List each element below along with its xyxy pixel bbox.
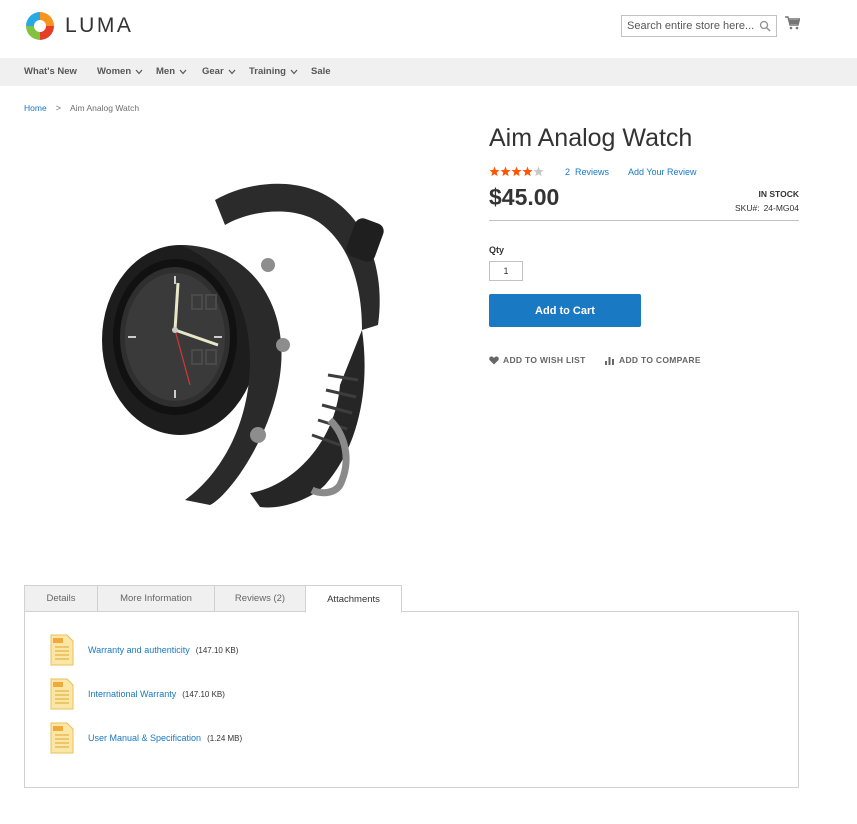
breadcrumb-home-link[interactable]: Home [24,103,47,113]
attachment-item: Warranty and authenticity (147.10 KB) [50,634,238,666]
qty-input[interactable] [489,261,523,281]
stock-status: IN STOCK [758,189,799,199]
nav-item-sale[interactable]: Sale [311,66,331,77]
tab-label: Attachments [327,593,380,605]
nav-item-men[interactable]: Men [156,66,187,77]
sku-value: 24-MG04 [763,203,799,213]
tab-reviews[interactable]: Reviews (2) [214,585,306,612]
tab-label: Details [46,593,76,604]
star-icon [511,166,522,177]
wishlist-label: ADD TO WISH LIST [503,355,586,365]
rating-stars [489,166,544,177]
breadcrumb-current: Aim Analog Watch [69,103,140,113]
product-price: $45.00 [489,184,560,210]
heart-icon [489,356,499,364]
nav-item-gear[interactable]: Gear [202,66,236,77]
chevron-down-icon [290,69,298,74]
nav-item-training[interactable]: Training [249,66,298,77]
nav-item-label: Women [97,66,132,77]
tab-label: Reviews (2) [234,593,286,604]
product-image[interactable] [100,175,390,515]
breadcrumb-separator: > [55,103,61,113]
attachment-size: (147.10 KB) [182,689,225,699]
pdf-file-icon[interactable] [50,634,74,666]
chevron-down-icon [135,69,143,74]
pdf-file-icon[interactable] [50,722,74,754]
breadcrumb: Home > Aim Analog Watch [24,103,139,113]
tab-more-information[interactable]: More Information [97,585,215,612]
star-icon [489,166,500,177]
add-to-compare-link[interactable]: ADD TO COMPARE [605,355,701,365]
chevron-down-icon [179,69,187,74]
chevron-down-icon [228,69,236,74]
tab-attachments[interactable]: Attachments [305,585,402,613]
compare-chart-icon [605,356,614,365]
attachment-item: International Warranty (147.10 KB) [50,678,225,710]
nav-item-label: Sale [311,66,331,77]
product-title: Aim Analog Watch [489,124,693,152]
add-review-link[interactable]: Add Your Review [628,167,697,177]
pdf-file-icon[interactable] [50,678,74,710]
luma-logo-icon [26,12,54,40]
store-logo[interactable]: LUMA [24,10,133,42]
attachment-link[interactable]: Warranty and authenticity [88,645,190,655]
nav-item-label: Training [249,66,286,77]
nav-item-label: Men [156,66,175,77]
tab-label: More Information [120,593,192,604]
page-header: LUMA [0,0,857,58]
nav-item-label: Gear [202,66,224,77]
search-box [621,15,777,37]
attachment-item: User Manual & Specification (1.24 MB) [50,722,242,754]
product-sku: SKU#: 24-MG04 [735,203,799,213]
main-navigation: What's New Women Men Gear Training Sale [0,58,857,86]
compare-label: ADD TO COMPARE [619,355,701,365]
divider [489,220,799,221]
reviews-link[interactable]: 2 Reviews [565,167,609,177]
attachment-size: (1.24 MB) [207,733,243,743]
logo-text: LUMA [65,14,134,37]
nav-item-whats-new[interactable]: What's New [24,66,77,77]
attachment-size: (147.10 KB) [195,645,239,655]
nav-item-label: What's New [24,66,77,77]
star-icon [500,166,511,177]
star-icon [533,166,544,177]
attachments-panel: Warranty and authenticity (147.10 KB) In… [24,611,799,788]
cart-icon[interactable] [785,16,800,30]
star-icon [522,166,533,177]
attachment-link[interactable]: User Manual & Specification [88,733,201,743]
add-to-wishlist-link[interactable]: ADD TO WISH LIST [489,355,586,365]
tab-details[interactable]: Details [24,585,98,612]
add-to-cart-button[interactable]: Add to Cart [489,294,641,327]
attachment-link[interactable]: International Warranty [88,689,176,699]
nav-item-women[interactable]: Women [97,66,143,77]
qty-label: Qty [489,245,505,255]
sku-label: SKU#: [734,203,760,213]
search-input[interactable] [622,16,760,36]
search-icon[interactable] [759,20,771,32]
